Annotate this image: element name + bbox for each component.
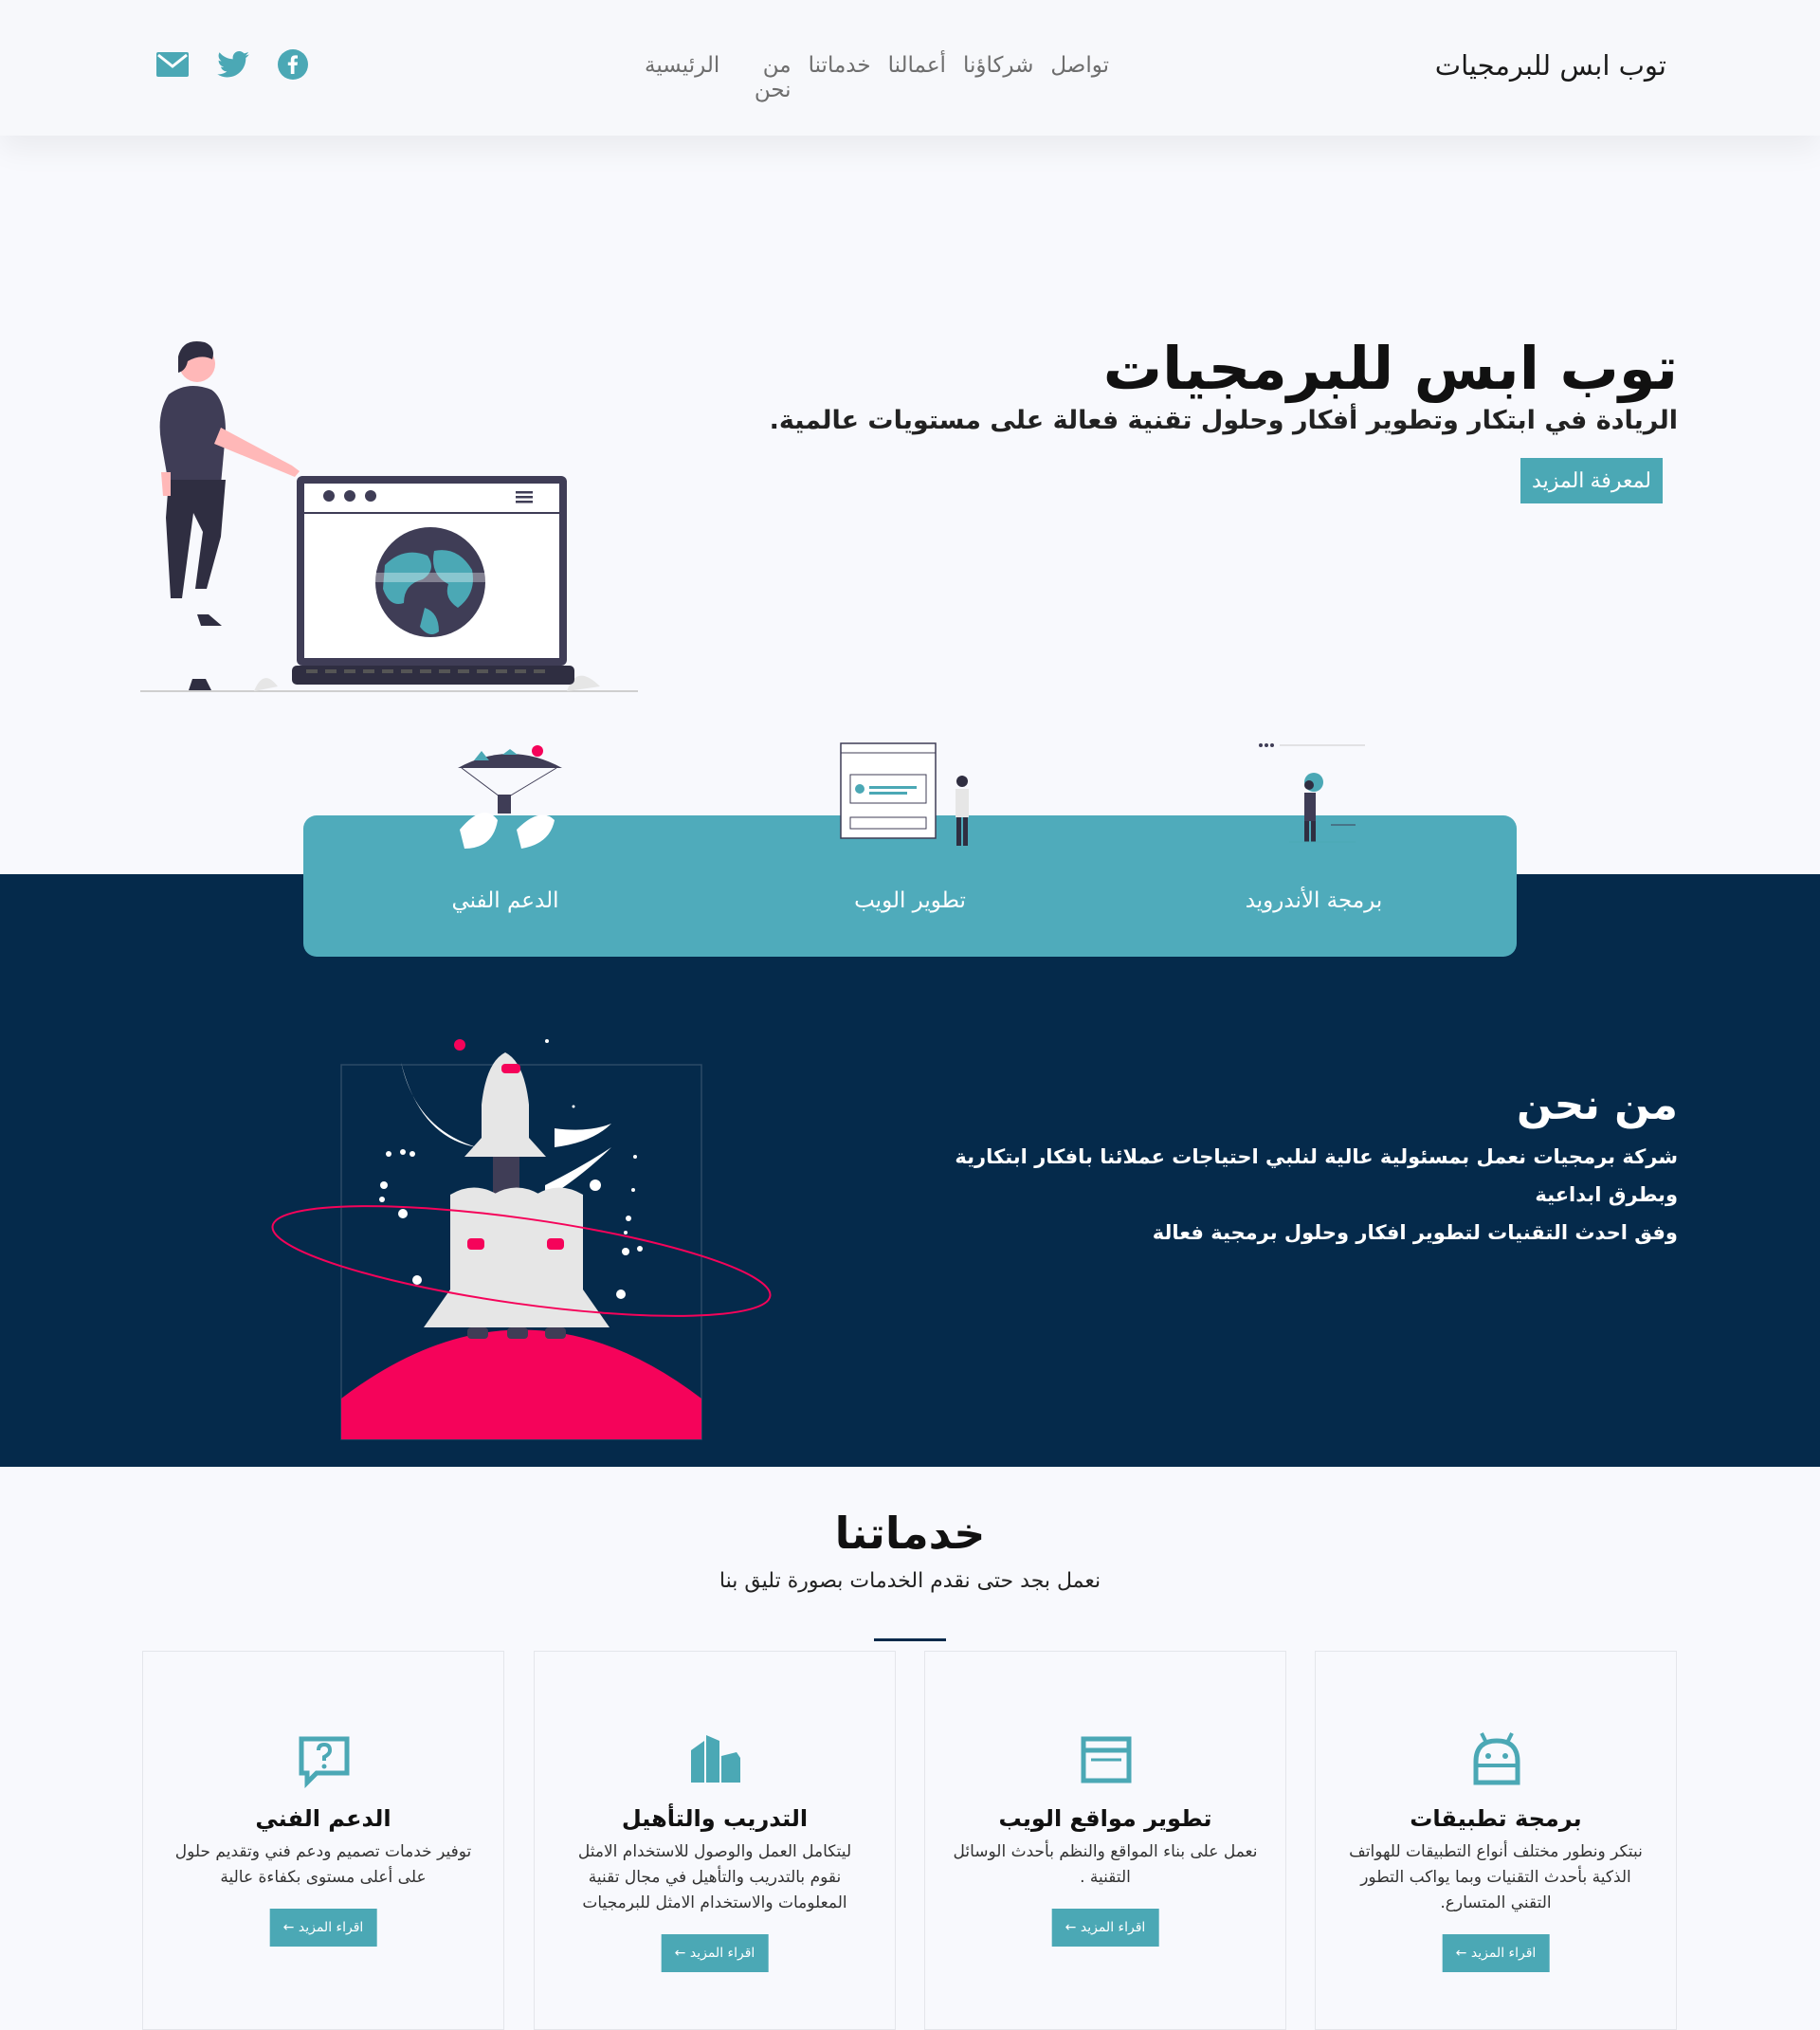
about-title: من نحن <box>1517 1081 1678 1129</box>
hero-subtitle: الريادة في ابتكار وتطوير أفكار وحلول تقن… <box>769 406 1678 435</box>
brand-logo-text[interactable]: توب ابس للبرمجيات <box>1435 49 1666 82</box>
nav-item-partners[interactable]: شركاؤنا <box>963 53 1033 102</box>
services-subtitle: نعمل بجد حتى نقدم الخدمات بصورة تليق بنا <box>719 1569 1101 1593</box>
android-person-illustration <box>1259 743 1365 843</box>
facebook-icon[interactable] <box>278 49 308 83</box>
service-title: التدريب والتأهيل <box>621 1805 809 1832</box>
learn-more-button[interactable]: لمعرفة المزيد <box>1520 458 1663 503</box>
buildings-icon <box>691 1735 740 1783</box>
read-more-button[interactable]: اقراء المزيد ← <box>1442 1934 1550 1972</box>
service-card-training: التدريب والتأهيل ليتكامل العمل والوصول ل… <box>534 1651 896 2030</box>
about-line-2: وفق احدث التقنيات لتطوير افكار وحلول برم… <box>1152 1221 1678 1244</box>
read-more-button[interactable]: اقراء المزيد ← <box>269 1909 377 1947</box>
site-header: توب ابس للبرمجيات الرئيسية من نحن خدماتن… <box>0 0 1820 136</box>
service-text: توفير خدمات تصميم ودعم فني وتقديم حلول ع… <box>174 1842 472 1887</box>
read-more-button[interactable]: اقراء المزيد ← <box>661 1934 769 1972</box>
question-chat-icon <box>299 1736 350 1788</box>
android-icon <box>1473 1732 1520 1785</box>
support-illustration <box>458 745 562 849</box>
service-title: برمجة تطبيقات <box>1410 1805 1582 1832</box>
nav-item-services[interactable]: خدماتنا <box>809 53 871 102</box>
service-title: تطوير مواقع الويب <box>998 1805 1212 1832</box>
nav-item-works[interactable]: أعمالنا <box>888 53 946 102</box>
service-text: نبتكر ونطور مختلف أنواع التطبيقات للهوات… <box>1349 1842 1643 1912</box>
service-text: نعمل على بناء المواقع والنظم بأحدث الوسا… <box>953 1842 1258 1887</box>
service-card-support: الدعم الفني توفير خدمات تصميم ودعم فني و… <box>142 1651 504 2030</box>
nav-item-about[interactable]: من نحن <box>737 53 792 102</box>
hero-title: توب ابس للبرمجيات <box>1102 334 1678 403</box>
twitter-icon[interactable] <box>217 51 249 82</box>
service-card-apps: برمجة تطبيقات نبتكر ونطور مختلف أنواع ال… <box>1315 1651 1677 2030</box>
web-dev-illustration <box>840 742 969 846</box>
main-nav: الرئيسية من نحن خدماتنا أعمالنا شركاؤنا … <box>645 53 1109 102</box>
service-text: ليتكامل العمل والوصول للاستخدام الامثل ن… <box>577 1842 852 1912</box>
hero-illustration <box>140 341 638 692</box>
social-links <box>156 49 308 83</box>
service-title: الدعم الفني <box>255 1805 391 1832</box>
feature-label-web: تطوير الويب <box>854 888 966 913</box>
services-title: خدماتنا <box>834 1508 986 1559</box>
feature-label-support: الدعم الفني <box>451 888 559 913</box>
browser-icon <box>1081 1736 1132 1783</box>
nav-item-contact[interactable]: تواصل <box>1050 53 1109 102</box>
nav-item-home[interactable]: الرئيسية <box>645 53 719 102</box>
read-more-button[interactable]: اقراء المزيد ← <box>1051 1909 1159 1947</box>
mail-icon[interactable] <box>156 52 189 81</box>
services-divider <box>874 1638 946 1641</box>
rocket-illustration <box>271 1039 772 1440</box>
about-line-1: شركة برمجيات نعمل بمسئولية عالية لنلبي ا… <box>955 1145 1678 1206</box>
about-text: شركة برمجيات نعمل بمسئولية عالية لنلبي ا… <box>919 1138 1678 1252</box>
feature-label-android: برمجة الأندرويد <box>1245 888 1383 913</box>
service-card-web: تطوير مواقع الويب نعمل على بناء المواقع … <box>924 1651 1286 2030</box>
